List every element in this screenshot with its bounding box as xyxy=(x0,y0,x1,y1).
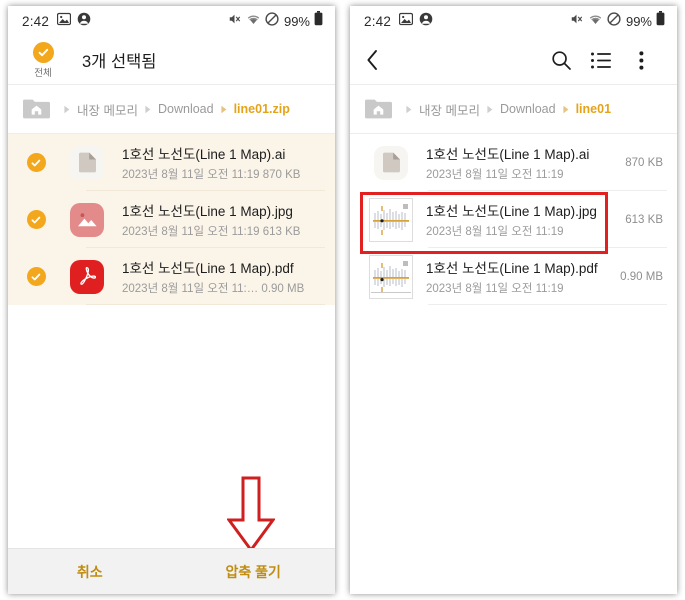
red-down-arrow-annotation xyxy=(226,476,276,554)
screenshot-stage: 2:42 99% 전체 3개 선택됨 내장 메모리 Download line0… xyxy=(0,0,685,600)
status-bar-right-icons: 99% xyxy=(570,6,665,36)
wifi-icon xyxy=(246,12,261,31)
status-bar-left: 2:42 99% xyxy=(8,6,335,36)
breadcrumb-separator-icon xyxy=(63,105,71,114)
file-meta: 2023년 8월 11일 오전 11:19 xyxy=(426,226,564,238)
file-list-left: 1호선 노선도(Line 1 Map).ai 2023년 8월 11일 오전 1… xyxy=(8,134,335,305)
file-size: 613 KB xyxy=(625,213,663,226)
file-size: 0.90 MB xyxy=(620,270,663,283)
table-row[interactable]: 1호선 노선도(Line 1 Map).jpg 2023년 8월 11일 오전 … xyxy=(350,191,677,248)
breadcrumb-item-0[interactable]: 내장 메모리 xyxy=(419,100,480,119)
row-divider xyxy=(428,304,667,305)
pdf-file-icon xyxy=(64,259,110,294)
check-circle-icon xyxy=(26,210,46,229)
status-bar-right: 2:42 99% xyxy=(350,6,677,36)
more-vertical-icon[interactable] xyxy=(621,50,661,70)
battery-percent: 99% xyxy=(625,13,652,29)
cancel-button[interactable]: 취소 xyxy=(8,562,172,582)
battery-icon xyxy=(656,11,665,31)
check-circle-icon xyxy=(26,267,46,286)
check-circle-icon xyxy=(32,41,54,63)
file-name: 1호선 노선도(Line 1 Map).pdf xyxy=(426,261,598,276)
table-row[interactable]: 1호선 노선도(Line 1 Map).pdf 2023년 8월 11일 오전 … xyxy=(8,248,335,305)
table-row[interactable]: 1호선 노선도(Line 1 Map).ai 2023년 8월 11일 오전 1… xyxy=(350,134,677,191)
file-name: 1호선 노선도(Line 1 Map).ai xyxy=(426,147,590,162)
subway-map-thumbnail xyxy=(368,254,414,299)
breadcrumb-item-0[interactable]: 내장 메모리 xyxy=(77,100,138,119)
file-list-right: 1호선 노선도(Line 1 Map).ai 2023년 8월 11일 오전 1… xyxy=(350,134,677,305)
right-phone-panel: 2:42 99% 내장 메모리 Download line01 1호선 노선도(… xyxy=(350,6,677,594)
do-not-disturb-icon xyxy=(607,11,621,31)
file-meta: 2023년 8월 11일 오전 11:19 xyxy=(426,169,564,181)
file-name: 1호선 노선도(Line 1 Map).pdf xyxy=(122,261,294,276)
row-checkbox-2[interactable] xyxy=(8,267,64,286)
bottom-action-bar: 취소 압축 풀기 xyxy=(8,548,335,594)
extract-button[interactable]: 압축 풀기 xyxy=(172,562,336,582)
home-folder-icon[interactable] xyxy=(22,97,51,121)
account-icon xyxy=(77,12,91,31)
generic-document-icon xyxy=(368,145,414,180)
file-info-2: 1호선 노선도(Line 1 Map).pdf 2023년 8월 11일 오전 … xyxy=(414,257,612,296)
breadcrumb-separator-icon xyxy=(144,105,152,114)
file-name: 1호선 노선도(Line 1 Map).jpg xyxy=(426,204,597,219)
status-bar-time: 2:42 xyxy=(364,13,392,29)
generic-document-icon xyxy=(64,145,110,180)
row-checkbox-0[interactable] xyxy=(8,153,64,172)
battery-percent: 99% xyxy=(283,13,310,29)
breadcrumb-right: 내장 메모리 Download line01 xyxy=(350,85,677,134)
file-name: 1호선 노선도(Line 1 Map).jpg xyxy=(122,204,293,219)
file-meta: 2023년 8월 11일 오전 11:19 870 KB xyxy=(122,169,301,181)
breadcrumb-separator-icon xyxy=(562,105,570,114)
breadcrumb-separator-icon xyxy=(220,105,228,114)
file-size: 870 KB xyxy=(625,156,663,169)
breadcrumb-separator-icon xyxy=(486,105,494,114)
back-chevron-icon[interactable] xyxy=(366,49,396,71)
battery-icon xyxy=(314,11,323,31)
account-icon xyxy=(419,12,433,31)
wifi-icon xyxy=(588,12,603,31)
file-info-1: 1호선 노선도(Line 1 Map).jpg 2023년 8월 11일 오전 … xyxy=(110,200,321,239)
image-file-icon xyxy=(64,202,110,237)
image-icon xyxy=(56,12,72,31)
selection-count-title: 3개 선택됨 xyxy=(82,53,157,71)
left-phone-panel: 2:42 99% 전체 3개 선택됨 내장 메모리 Download line0… xyxy=(8,6,335,594)
breadcrumb-item-1[interactable]: Download xyxy=(500,102,556,116)
table-row[interactable]: 1호선 노선도(Line 1 Map).jpg 2023년 8월 11일 오전 … xyxy=(8,191,335,248)
file-info-1: 1호선 노선도(Line 1 Map).jpg 2023년 8월 11일 오전 … xyxy=(414,200,617,239)
file-name: 1호선 노선도(Line 1 Map).ai xyxy=(122,147,286,162)
list-view-icon[interactable] xyxy=(581,52,621,69)
breadcrumb-separator-icon xyxy=(405,105,413,114)
mute-icon xyxy=(228,12,242,31)
file-info-0: 1호선 노선도(Line 1 Map).ai 2023년 8월 11일 오전 1… xyxy=(414,143,617,182)
search-icon[interactable] xyxy=(541,50,581,71)
file-meta: 2023년 8월 11일 오전 11:19 xyxy=(426,283,564,295)
select-all-button[interactable]: 전체 xyxy=(22,41,64,79)
table-row[interactable]: 1호선 노선도(Line 1 Map).ai 2023년 8월 11일 오전 1… xyxy=(8,134,335,191)
home-folder-icon[interactable] xyxy=(364,97,393,121)
breadcrumb-item-2[interactable]: line01 xyxy=(576,102,611,116)
file-info-0: 1호선 노선도(Line 1 Map).ai 2023년 8월 11일 오전 1… xyxy=(110,143,321,182)
check-circle-icon xyxy=(26,153,46,172)
row-checkbox-1[interactable] xyxy=(8,210,64,229)
status-bar-right-icons: 99% xyxy=(228,6,323,36)
selection-action-bar: 전체 3개 선택됨 xyxy=(8,36,335,85)
image-icon xyxy=(398,12,414,31)
file-meta: 2023년 8월 11일 오전 11:… 0.90 MB xyxy=(122,283,305,295)
do-not-disturb-icon xyxy=(265,11,279,31)
status-bar-left-icons xyxy=(56,12,91,31)
app-toolbar xyxy=(350,36,677,85)
breadcrumb-item-1[interactable]: Download xyxy=(158,102,214,116)
breadcrumb-item-2[interactable]: line01.zip xyxy=(234,102,290,116)
select-all-label: 전체 xyxy=(34,67,52,79)
status-bar-left-icons xyxy=(398,12,433,31)
file-info-2: 1호선 노선도(Line 1 Map).pdf 2023년 8월 11일 오전 … xyxy=(110,257,321,296)
breadcrumb-left: 내장 메모리 Download line01.zip xyxy=(8,85,335,134)
row-divider xyxy=(86,304,325,305)
table-row[interactable]: 1호선 노선도(Line 1 Map).pdf 2023년 8월 11일 오전 … xyxy=(350,248,677,305)
subway-map-thumbnail xyxy=(368,197,414,242)
mute-icon xyxy=(570,12,584,31)
file-meta: 2023년 8월 11일 오전 11:19 613 KB xyxy=(122,226,301,238)
status-bar-time: 2:42 xyxy=(22,13,50,29)
